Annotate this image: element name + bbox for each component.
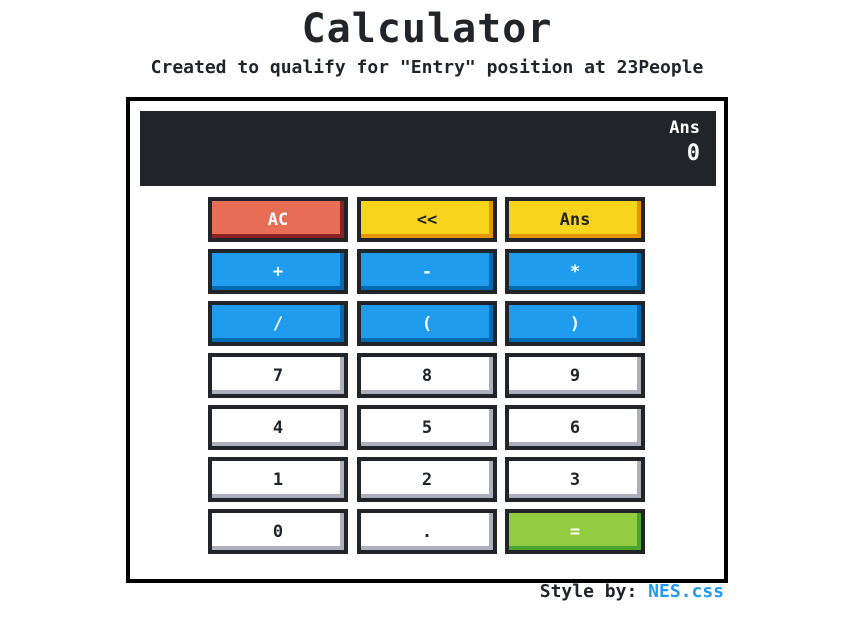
backspace-button[interactable]: << — [357, 197, 497, 242]
digit-3-button[interactable]: 3 — [505, 457, 645, 502]
digit-0-button[interactable]: 0 — [208, 509, 348, 554]
minus-button[interactable]: - — [357, 249, 497, 294]
multiply-button[interactable]: * — [505, 249, 645, 294]
display-value: 0 — [686, 141, 700, 166]
equals-button[interactable]: = — [505, 509, 645, 554]
page-subtitle: Created to qualify for "Entry" position … — [150, 57, 704, 78]
digit-6-button[interactable]: 6 — [505, 405, 645, 450]
digit-9-button[interactable]: 9 — [505, 353, 645, 398]
digit-5-button[interactable]: 5 — [357, 405, 497, 450]
credit-prefix: Style by: — [539, 581, 638, 602]
decimal-button[interactable]: . — [357, 509, 497, 554]
close-paren-button[interactable]: ) — [505, 301, 645, 346]
digit-4-button[interactable]: 4 — [208, 405, 348, 450]
digit-7-button[interactable]: 7 — [208, 353, 348, 398]
digit-1-button[interactable]: 1 — [208, 457, 348, 502]
digit-2-button[interactable]: 2 — [357, 457, 497, 502]
divide-button[interactable]: / — [208, 301, 348, 346]
calculator-display: Ans 0 — [140, 111, 716, 186]
ans-button[interactable]: Ans — [505, 197, 645, 242]
open-paren-button[interactable]: ( — [357, 301, 497, 346]
nes-css-link[interactable]: NES.css — [648, 581, 724, 602]
plus-button[interactable]: + — [208, 249, 348, 294]
page-title: Calculator — [301, 6, 553, 52]
style-credit: Style by: NES.css — [540, 581, 724, 602]
calculator-container: Ans 0 AC << Ans + - * / ( ) 7 8 9 4 5 6 … — [126, 97, 728, 583]
display-label: Ans — [669, 118, 700, 138]
clear-button[interactable]: AC — [208, 197, 348, 242]
digit-8-button[interactable]: 8 — [357, 353, 497, 398]
